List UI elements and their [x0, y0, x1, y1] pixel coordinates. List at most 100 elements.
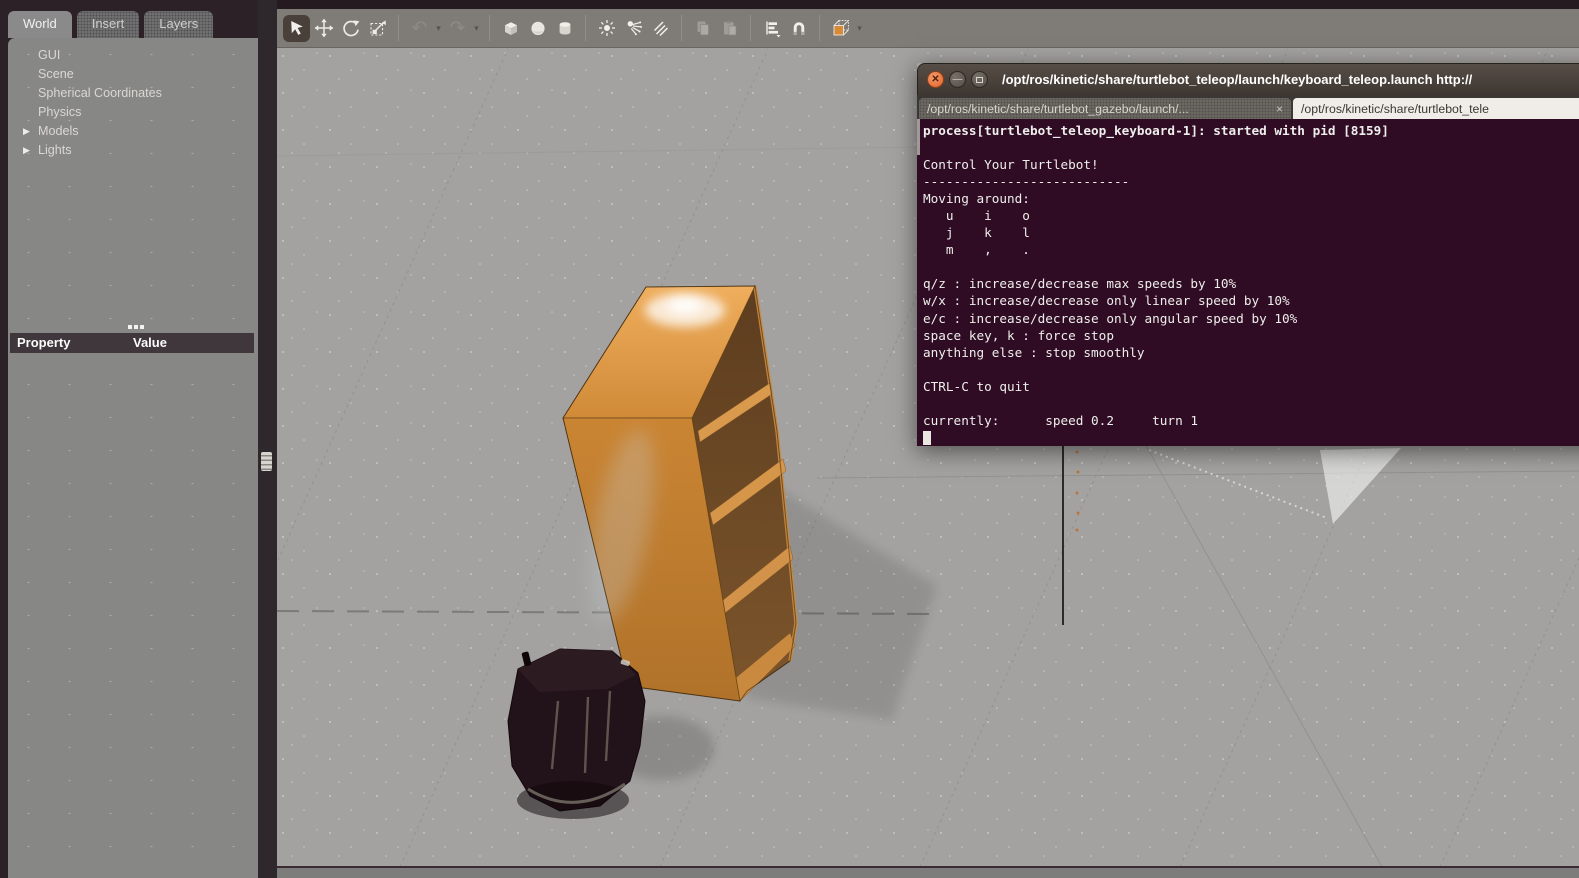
window-top-strip	[258, 0, 1579, 9]
tree-item-gui[interactable]: GUI	[8, 46, 258, 65]
point-light-button[interactable]	[593, 15, 620, 42]
copy-icon	[693, 18, 713, 38]
copy-button[interactable]	[689, 15, 716, 42]
terminal-window[interactable]: ✕ — /opt/ros/kinetic/share/turtlebot_tel…	[917, 63, 1579, 446]
undo-icon: ↶	[412, 19, 428, 38]
terminal-tab-label: /opt/ros/kinetic/share/turtlebot_tele	[1301, 102, 1579, 116]
paste-icon	[720, 18, 740, 38]
sphere-icon	[528, 18, 548, 38]
terminal-tab-label: /opt/ros/kinetic/share/turtlebot_gazebo/…	[927, 102, 1268, 116]
terminal-line: q/z : increase/decrease max speeds by 10…	[923, 275, 1579, 292]
tree-item-label: Lights	[38, 143, 72, 157]
tree-item-label: Physics	[38, 105, 81, 119]
toolbar-separator	[398, 15, 399, 41]
tree-item-label: GUI	[38, 48, 60, 62]
panel-tab-bar: World Insert Layers	[8, 11, 213, 38]
viewport-bottom-bar	[277, 866, 1579, 878]
insert-box-button[interactable]	[497, 15, 524, 42]
gazebo-window: World Insert Layers GUI Scene Spherical …	[0, 0, 1579, 878]
directional-light-button[interactable]	[647, 15, 674, 42]
tree-item-label: Models	[38, 124, 79, 138]
toolbar-separator	[489, 15, 490, 41]
terminal-line: space key, k : force stop	[923, 327, 1579, 344]
tree-item-spherical-coordinates[interactable]: Spherical Coordinates	[8, 84, 258, 103]
tree-item-physics[interactable]: Physics	[8, 103, 258, 122]
property-column-header: Property	[17, 333, 70, 353]
insert-sphere-button[interactable]	[524, 15, 551, 42]
tree-item-scene[interactable]: Scene	[8, 65, 258, 84]
window-minimize-button[interactable]: —	[949, 71, 966, 88]
terminal-line: m , .	[923, 241, 1579, 258]
terminal-line: j k l	[923, 224, 1579, 241]
close-icon: ✕	[931, 75, 939, 85]
terminal-line: ---------------------------	[923, 173, 1579, 190]
tab-world[interactable]: World	[8, 11, 72, 38]
spot-light-button[interactable]	[620, 15, 647, 42]
terminal-scrollbar[interactable]	[917, 119, 920, 155]
box-icon	[501, 18, 521, 38]
toolbar-separator	[681, 15, 682, 41]
terminal-line: process[turtlebot_teleop_keyboard-1]: st…	[923, 122, 1579, 139]
translate-tool-button[interactable]	[310, 15, 337, 42]
redo-button[interactable]: ↷	[444, 15, 471, 42]
redo-history-caret[interactable]: ▾	[471, 23, 482, 34]
directional-light-icon	[651, 18, 671, 38]
terminal-line: u i o	[923, 207, 1579, 224]
spot-light-icon	[624, 18, 644, 38]
expand-arrow-icon[interactable]: ▶	[23, 141, 30, 160]
expand-arrow-icon[interactable]: ▶	[23, 122, 30, 141]
minimize-icon: —	[953, 75, 963, 85]
column-resize-grip[interactable]	[128, 325, 132, 329]
terminal-line: anything else : stop smoothly	[923, 344, 1579, 361]
snap-button[interactable]	[785, 15, 812, 42]
left-panel: World Insert Layers GUI Scene Spherical …	[0, 0, 258, 878]
toolbar-separator	[750, 15, 751, 41]
view-angle-caret[interactable]: ▾	[854, 23, 865, 34]
toolbar-separator	[819, 15, 820, 41]
undo-button[interactable]: ↶	[406, 15, 433, 42]
main-toolbar: ↶ ▾ ↷ ▾	[277, 9, 1579, 47]
tree-item-lights[interactable]: ▶ Lights	[8, 141, 258, 160]
terminal-line	[923, 395, 1579, 412]
cursor-arrow-icon	[287, 18, 307, 38]
terminal-titlebar[interactable]: ✕ — /opt/ros/kinetic/share/turtlebot_tel…	[917, 63, 1579, 95]
world-tree-panel: GUI Scene Spherical Coordinates Physics …	[8, 38, 258, 878]
view-angle-button[interactable]	[827, 15, 854, 42]
toolbar-separator	[585, 15, 586, 41]
insert-cylinder-button[interactable]	[551, 15, 578, 42]
turtlebot-model[interactable]	[508, 649, 645, 819]
terminal-line	[923, 139, 1579, 156]
window-maximize-button[interactable]	[971, 71, 988, 88]
align-button[interactable]	[758, 15, 785, 42]
rotate-icon	[341, 18, 361, 38]
scale-tool-button[interactable]	[364, 15, 391, 42]
world-tree: GUI Scene Spherical Coordinates Physics …	[8, 46, 258, 160]
terminal-line: CTRL-C to quit	[923, 378, 1579, 395]
view-cube-icon	[830, 17, 852, 39]
redo-icon: ↷	[450, 19, 466, 38]
paste-button[interactable]	[716, 15, 743, 42]
terminal-output[interactable]: process[turtlebot_teleop_keyboard-1]: st…	[917, 119, 1579, 446]
rotate-tool-button[interactable]	[337, 15, 364, 42]
terminal-tab-bar: /opt/ros/kinetic/share/turtlebot_gazebo/…	[917, 95, 1579, 119]
terminal-tab-teleop[interactable]: /opt/ros/kinetic/share/turtlebot_tele	[1293, 98, 1579, 119]
terminal-line: e/c : increase/decrease only angular spe…	[923, 310, 1579, 327]
select-tool-button[interactable]	[283, 15, 310, 42]
tree-item-models[interactable]: ▶ Models	[8, 122, 258, 141]
terminal-line: Moving around:	[923, 190, 1579, 207]
window-close-button[interactable]: ✕	[927, 71, 944, 88]
terminal-cursor-line	[923, 429, 1579, 446]
cylinder-icon	[555, 18, 575, 38]
tab-layers[interactable]: Layers	[144, 11, 213, 38]
splitter-grip-handle[interactable]	[261, 452, 272, 471]
align-icon	[762, 18, 782, 38]
panel-splitter[interactable]	[258, 0, 277, 878]
terminal-line: Control Your Turtlebot!	[923, 156, 1579, 173]
undo-history-caret[interactable]: ▾	[433, 23, 444, 34]
terminal-line: currently: speed 0.2 turn 1	[923, 412, 1579, 429]
tab-close-icon[interactable]: ×	[1276, 102, 1283, 116]
tab-insert[interactable]: Insert	[77, 11, 140, 38]
terminal-line	[923, 258, 1579, 275]
terminal-line: w/x : increase/decrease only linear spee…	[923, 292, 1579, 309]
terminal-tab-gazebo[interactable]: /opt/ros/kinetic/share/turtlebot_gazebo/…	[919, 98, 1291, 119]
